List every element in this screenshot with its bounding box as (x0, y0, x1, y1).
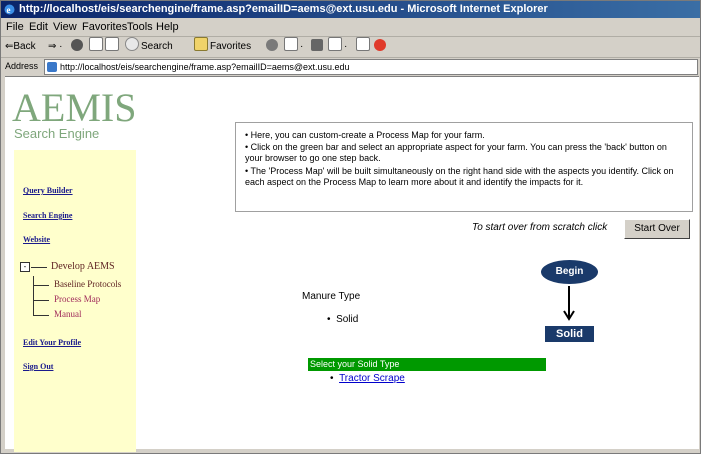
history-button[interactable] (266, 37, 280, 57)
instruction-text: • Click on the green bar and select an a… (245, 142, 667, 163)
manure-type-label: Manure Type (302, 291, 361, 302)
tree-connector (33, 315, 49, 316)
sidebar-link-search-engine[interactable]: Search Engine (23, 211, 72, 220)
option-item: • Tractor Scrape (330, 373, 405, 384)
tree-root-develop-aems[interactable]: Develop AEMS (51, 261, 115, 272)
edit-page-icon (328, 37, 342, 51)
tree-connector (31, 267, 47, 268)
tree-item-baseline-protocols[interactable]: Baseline Protocols (54, 279, 121, 289)
home-icon (105, 37, 119, 51)
aemis-logo: AEMIS Search Engine (12, 88, 136, 148)
address-label: Address (5, 61, 39, 71)
address-input[interactable]: http://localhost/eis/searchengine/frame.… (44, 59, 698, 75)
edit-button[interactable]: · (328, 37, 347, 57)
toolbar: ⇐Back ⇒ · Search Favorites · · (1, 37, 700, 58)
back-button[interactable]: ⇐Back (5, 37, 36, 57)
manure-type-value: • Solid (327, 314, 359, 325)
logo-subtitle: Search Engine (14, 126, 100, 141)
tree-item-manual[interactable]: Manual (54, 309, 82, 319)
refresh-icon (89, 37, 103, 51)
stop-button[interactable] (71, 37, 85, 57)
home-button[interactable] (105, 37, 121, 57)
forward-arrow-icon: ⇒ · (48, 41, 63, 52)
menu-bar: File Edit View Favorites Tools Help (1, 19, 700, 37)
menu-edit[interactable]: Edit (29, 19, 48, 36)
menu-favorites[interactable]: Favorites (82, 19, 127, 36)
process-arrow-icon (563, 286, 575, 321)
sidebar-link-website[interactable]: Website (23, 235, 50, 244)
start-over-text: To start over from scratch click (472, 222, 608, 233)
mail-button[interactable]: · (284, 37, 303, 57)
menu-file[interactable]: File (6, 19, 24, 36)
discuss-button[interactable] (356, 37, 372, 57)
refresh-button[interactable] (89, 37, 105, 57)
dropdown-icon: · (300, 41, 304, 52)
title-bar: e http://localhost/eis/searchengine/fram… (1, 1, 700, 18)
menu-tools[interactable]: Tools (127, 19, 153, 36)
process-map-solid-node[interactable]: Solid (545, 326, 594, 342)
instructions-box: • Here, you can custom-create a Process … (235, 122, 693, 212)
messenger-button[interactable] (374, 37, 388, 57)
address-url: http://localhost/eis/searchengine/frame.… (60, 62, 350, 72)
menu-help[interactable]: Help (156, 19, 179, 36)
start-over-button[interactable]: Start Over (624, 219, 690, 239)
stop-icon (71, 39, 83, 51)
tree-connector (33, 285, 49, 286)
sidebar-link-sign-out[interactable]: Sign Out (23, 362, 53, 371)
instruction-text: • The 'Process Map' will be built simult… (245, 166, 674, 187)
favorites-icon (194, 37, 208, 51)
select-type-bar[interactable]: Select your Solid Type (308, 358, 546, 371)
dropdown-icon: · (344, 41, 348, 52)
print-icon (311, 39, 323, 51)
mail-icon (284, 37, 298, 51)
address-bar: Address http://localhost/eis/searchengin… (1, 58, 700, 75)
logo-title: AEMIS (12, 85, 137, 130)
page-icon (47, 62, 57, 72)
favorites-button[interactable]: Favorites (194, 37, 251, 57)
svg-text:e: e (7, 5, 11, 15)
process-map-begin-node[interactable]: Begin (541, 260, 598, 284)
tree-connector (33, 300, 49, 301)
ie-logo-icon: e (4, 4, 15, 15)
discuss-icon (356, 37, 370, 51)
tree-item-process-map[interactable]: Process Map (54, 294, 100, 304)
search-icon (125, 37, 139, 51)
sidebar-link-edit-profile[interactable]: Edit Your Profile (23, 338, 81, 347)
search-button[interactable]: Search (125, 37, 173, 57)
window-title: http://localhost/eis/searchengine/frame.… (19, 3, 548, 15)
sidebar-link-query-builder[interactable]: Query Builder (23, 186, 73, 195)
forward-button[interactable]: ⇒ · (48, 37, 63, 57)
tree-connector (33, 276, 34, 316)
print-button[interactable] (311, 37, 325, 57)
tractor-scrape-link[interactable]: Tractor Scrape (339, 373, 405, 384)
tree-collapse-toggle[interactable]: - (20, 262, 30, 272)
messenger-icon (374, 39, 386, 51)
menu-view[interactable]: View (53, 19, 77, 36)
history-icon (266, 39, 278, 51)
instruction-text: • Here, you can custom-create a Process … (245, 130, 485, 140)
